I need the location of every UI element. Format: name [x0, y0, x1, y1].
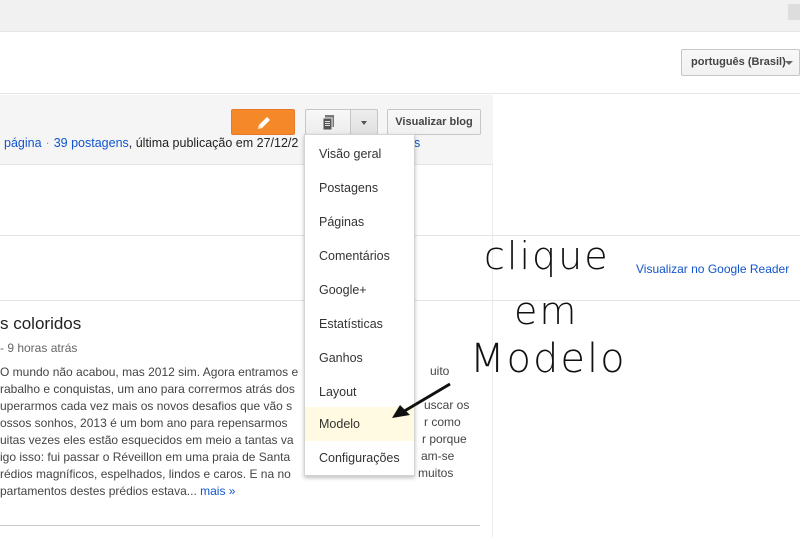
document-icon [322, 115, 334, 131]
excerpt-fragment: r porque [422, 432, 467, 446]
excerpt-line-last: partamentos destes prédios estava... mai… [0, 483, 478, 500]
google-reader-link[interactable]: Visualizar no Google Reader [636, 262, 789, 276]
new-post-button[interactable] [231, 109, 295, 135]
top-bar [0, 0, 800, 32]
menu-item-google-plus[interactable]: Google+ [305, 273, 414, 307]
blog-stats: página · 39 postagens, última publicação e… [4, 136, 298, 150]
annotation-line3: Modelo [470, 336, 627, 382]
excerpt-fragment: am-se [421, 449, 455, 463]
dashboard-dropdown-menu: Visão geral Postagens Páginas Comentário… [304, 134, 415, 476]
chevron-down-icon [785, 61, 793, 65]
view-blog-button[interactable]: Visualizar blog [387, 109, 481, 135]
menu-item-stats[interactable]: Estatísticas [305, 307, 414, 341]
pages-link[interactable]: página [4, 136, 42, 150]
excerpt-line-text: partamentos destes prédios estava... [0, 484, 197, 498]
language-bar [0, 32, 800, 94]
menu-dropdown-button[interactable] [351, 109, 378, 135]
posts-list-button[interactable] [305, 109, 351, 135]
menu-item-overview[interactable]: Visão geral [305, 137, 414, 171]
post-divider [0, 525, 480, 526]
annotation-line1: clique [484, 234, 610, 278]
language-select-value: português (Brasil) [691, 56, 786, 68]
language-select[interactable]: português (Brasil) [681, 49, 800, 76]
read-more-link[interactable]: mais » [200, 484, 235, 498]
excerpt-fragment: muitos [418, 466, 454, 480]
last-published-text: , última publicação em 27/12/2 [128, 136, 299, 150]
chevron-down-icon [361, 121, 367, 125]
separator: · [45, 136, 50, 150]
menu-item-pages[interactable]: Páginas [305, 205, 414, 239]
menu-item-posts[interactable]: Postagens [305, 171, 414, 205]
avatar[interactable] [788, 4, 800, 20]
menu-item-settings[interactable]: Configurações [305, 441, 414, 475]
menu-item-earnings[interactable]: Ganhos [305, 341, 414, 375]
annotation-line2: em [514, 289, 579, 333]
excerpt-fragment: uito [430, 364, 450, 378]
posts-count-link[interactable]: 39 postagens [54, 136, 129, 150]
post-meta: - 9 horas atrás [0, 341, 78, 355]
arrow-annotation [392, 382, 451, 418]
pencil-icon [258, 117, 270, 129]
post-title[interactable]: s coloridos [0, 314, 81, 334]
menu-item-comments[interactable]: Comentários [305, 239, 414, 273]
